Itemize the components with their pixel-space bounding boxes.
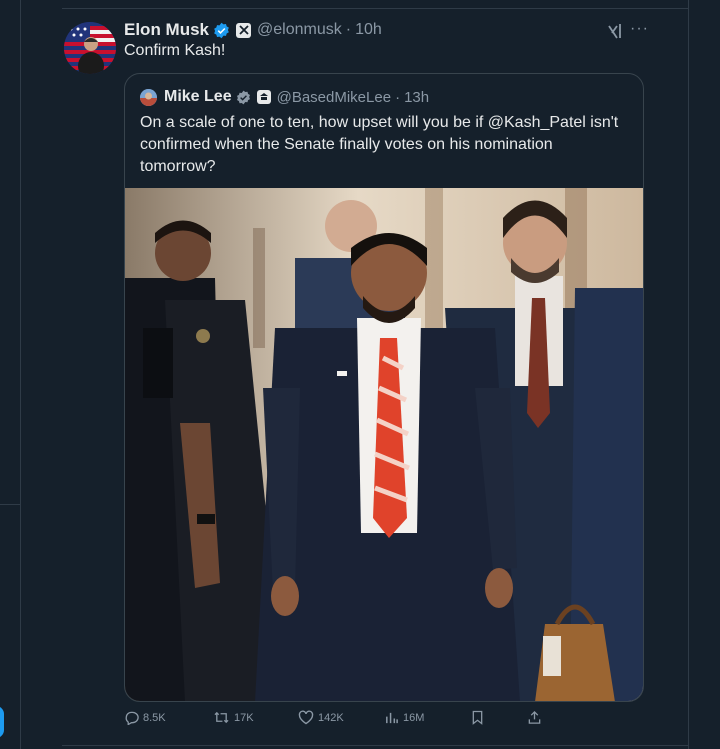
- share-button[interactable]: [527, 710, 542, 725]
- views-count: 16M: [403, 711, 425, 724]
- post-time[interactable]: 10h: [355, 21, 382, 39]
- quoted-author-name: Mike Lee: [164, 88, 232, 105]
- reply-button[interactable]: 8.5K: [124, 710, 166, 725]
- views-button[interactable]: 16M: [384, 710, 424, 725]
- x-affiliate-badge: [236, 22, 252, 38]
- quoted-time-separator: ·: [395, 88, 401, 106]
- author-name[interactable]: Elon Musk: [124, 20, 209, 40]
- quoted-post[interactable]: Mike Lee @BasedMikeLee · 13h On a scale …: [124, 73, 644, 702]
- post-separator-top: [62, 8, 688, 9]
- action-bar: 8.5K 17K 142K 16M: [124, 710, 548, 730]
- repost-count: 17K: [234, 711, 254, 724]
- quoted-photo[interactable]: [125, 188, 643, 701]
- sidebar-divider: [0, 504, 20, 505]
- verified-icon: [213, 22, 230, 39]
- share-icon: [527, 710, 542, 725]
- like-count: 142K: [318, 711, 344, 724]
- government-badge-icon: [256, 90, 271, 104]
- quoted-verified-icon: [236, 90, 251, 105]
- quoted-header: Mike Lee @BasedMikeLee · 13h: [140, 87, 429, 107]
- post-separator-bottom: [62, 745, 688, 746]
- repost-button[interactable]: 17K: [213, 710, 254, 725]
- repost-icon: [213, 710, 230, 725]
- author-handle[interactable]: @elonmusk: [257, 21, 342, 39]
- quoted-text: On a scale of one to ten, how upset will…: [140, 114, 619, 175]
- reply-count: 8.5K: [143, 711, 166, 724]
- author-avatar[interactable]: [64, 22, 116, 74]
- grok-icon[interactable]: [606, 22, 624, 40]
- views-icon: [384, 710, 399, 725]
- like-button[interactable]: 142K: [298, 710, 344, 725]
- bookmark-icon: [471, 710, 484, 725]
- quoted-avatar: [140, 88, 157, 106]
- reply-icon: [124, 710, 139, 725]
- post-text: Confirm Kash!: [124, 42, 226, 59]
- like-icon: [298, 710, 314, 725]
- bookmark-button[interactable]: [471, 710, 484, 725]
- quoted-author-handle: @BasedMikeLee: [276, 88, 392, 106]
- left-sidebar: [0, 0, 20, 749]
- time-separator: ·: [345, 21, 352, 38]
- post-header: Elon Musk @elonmusk · 10h: [124, 18, 382, 42]
- right-column-divider: [688, 0, 689, 749]
- left-column-divider: [20, 0, 21, 749]
- more-icon[interactable]: ···: [630, 20, 649, 38]
- quoted-post-time: 13h: [404, 88, 430, 106]
